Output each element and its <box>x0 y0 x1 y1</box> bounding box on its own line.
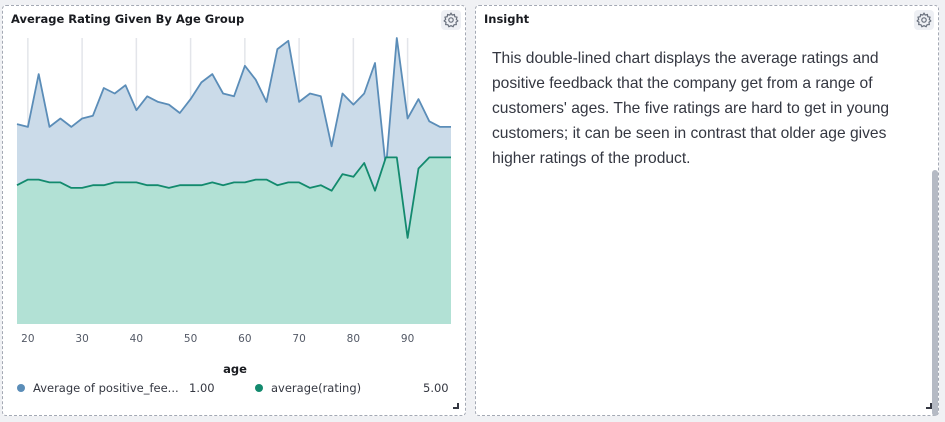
legend-dot <box>17 384 25 392</box>
legend-value: 1.00 <box>189 381 215 395</box>
x-tick-label: 90 <box>401 333 414 345</box>
gear-icon[interactable] <box>914 10 934 30</box>
insight-text: This double-lined chart displays the ave… <box>492 50 890 167</box>
legend-label: average(rating) <box>271 381 362 395</box>
area-chart: 20 30 40 50 60 70 80 90 age <box>16 37 451 376</box>
insight-panel: Insight This double-lined chart displays… <box>475 5 939 416</box>
resize-handle-icon[interactable] <box>926 403 932 409</box>
legend-dot <box>255 384 263 392</box>
legend-item-positive-feedback[interactable]: Average of positive_fee... <box>17 381 179 395</box>
resize-handle-icon[interactable] <box>453 403 459 409</box>
x-tick-label: 20 <box>21 333 34 345</box>
x-tick-label: 40 <box>130 333 143 345</box>
legend-value: 5.00 <box>423 381 449 395</box>
x-tick-label: 80 <box>347 333 360 345</box>
x-tick-label: 30 <box>75 333 88 345</box>
scrollbar[interactable] <box>932 170 938 416</box>
x-axis-title: age <box>223 362 247 376</box>
legend-label: Average of positive_fee... <box>33 381 179 395</box>
legend-item-average-rating[interactable]: average(rating) <box>255 381 361 395</box>
insight-panel-title: Insight <box>484 12 530 26</box>
x-tick-label: 70 <box>292 333 305 345</box>
x-tick-label: 60 <box>238 333 251 345</box>
chart-panel: Average Rating Given By Age Group 20 30 40… <box>2 5 466 416</box>
x-tick-label: 50 <box>184 333 197 345</box>
